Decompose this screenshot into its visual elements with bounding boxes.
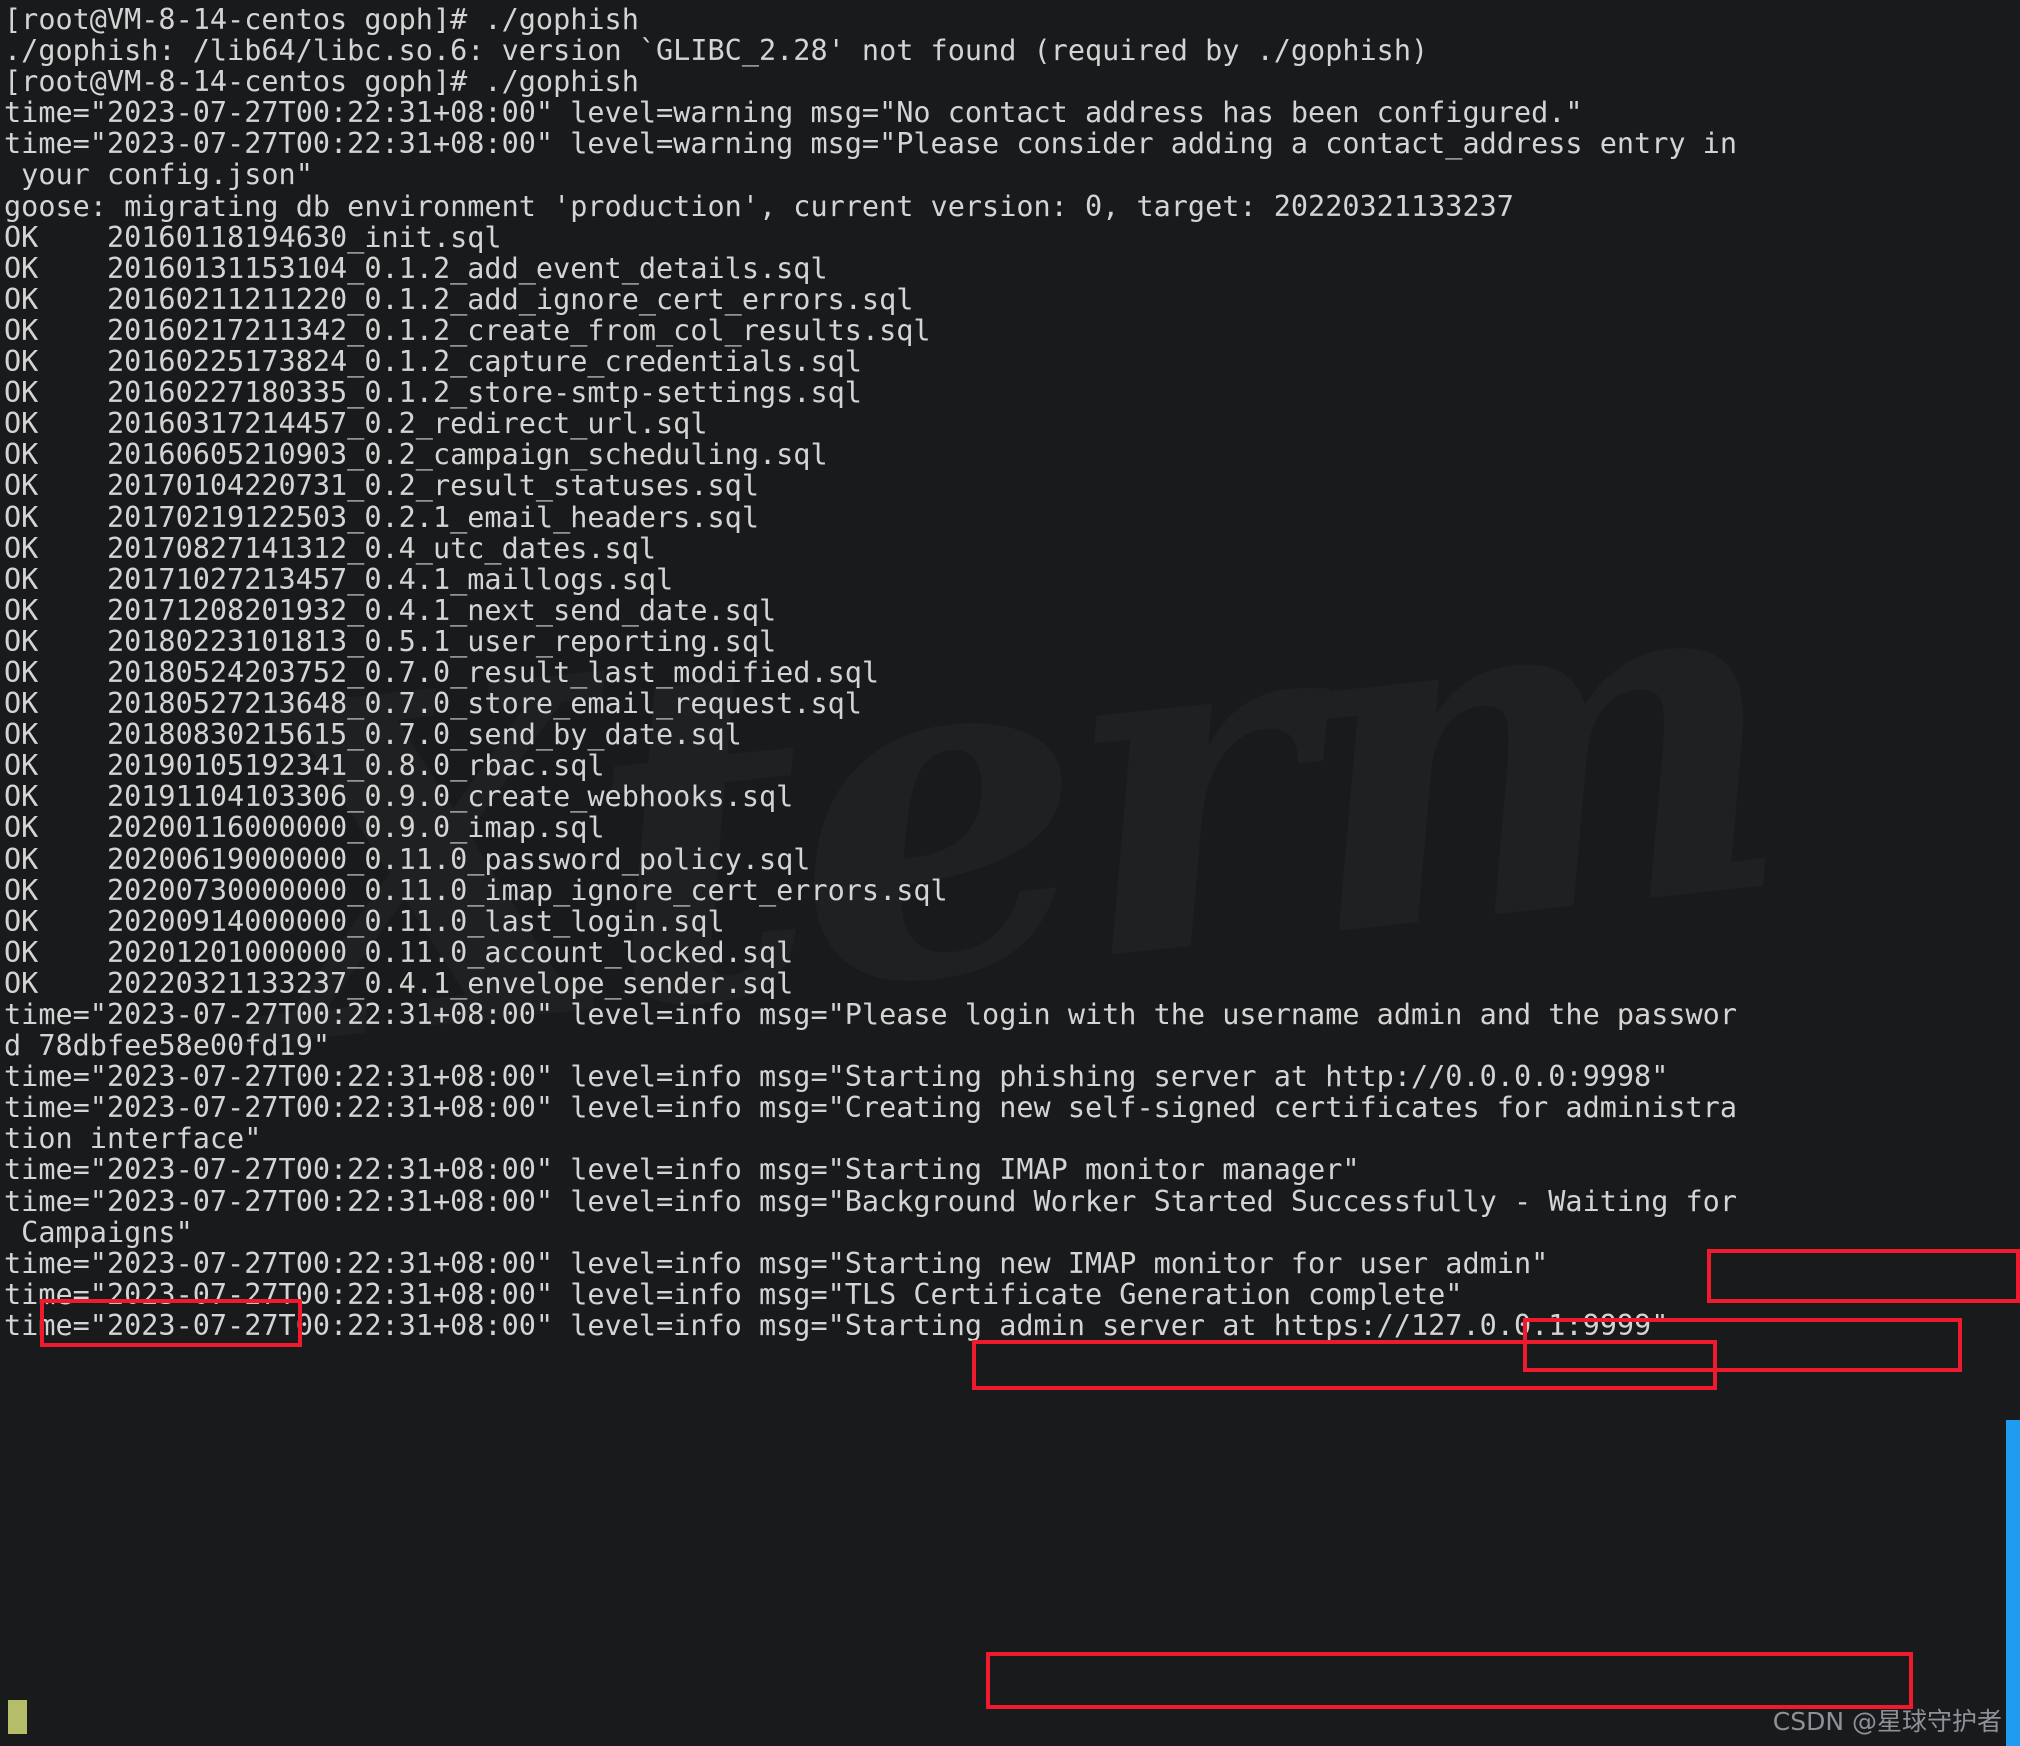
- terminal-line: OK 20170104220731_0.2_result_statuses.sq…: [4, 469, 759, 503]
- terminal-line: OK 20160131153104_0.1.2_add_event_detail…: [4, 251, 828, 285]
- terminal-line: tion interface": [4, 1122, 262, 1156]
- terminal-line: time="2023-07-27T00:22:31+08:00" level=i…: [4, 998, 1738, 1031]
- terminal-line: time="2023-07-27T00:22:31+08:00" level=w…: [4, 127, 1738, 161]
- terminal-line: OK 20200914000000_0.11.0_last_login.sql: [4, 904, 725, 938]
- terminal-line: OK 20191104103306_0.9.0_create_webhooks.…: [4, 780, 794, 814]
- terminal-line: OK 20160317214457_0.2_redirect_url.sql: [4, 407, 708, 441]
- terminal-line: OK 20160211211220_0.1.2_add_ignore_cert_…: [4, 282, 914, 316]
- terminal-window: Xterm [root@VM-8-14-centos goph]# ./goph…: [0, 0, 2020, 1746]
- terminal-line: time="2023-07-27T00:22:31+08:00" level=i…: [4, 1277, 1463, 1311]
- terminal-line: OK 20180830215615_0.7.0_send_by_date.sql: [4, 718, 742, 752]
- terminal-line: OK 20200619000000_0.11.0_password_policy…: [4, 842, 811, 876]
- terminal-line: OK 20171027213457_0.4.1_maillogs.sql: [4, 562, 674, 596]
- terminal-line: OK 20160227180335_0.1.2_store-smtp-setti…: [4, 376, 862, 410]
- terminal-line: goose: migrating db environment 'product…: [4, 189, 1514, 223]
- terminal-line: OK 20220321133237_0.4.1_envelope_sender.…: [4, 966, 794, 1000]
- terminal-line: [root@VM-8-14-centos goph]# ./gophish: [4, 65, 639, 99]
- terminal-line: OK 20170219122503_0.2.1_email_headers.sq…: [4, 500, 759, 534]
- terminal-line: OK 20160217211342_0.1.2_create_from_col_…: [4, 313, 931, 347]
- terminal-line: ./gophish: /lib64/libc.so.6: version `GL…: [4, 34, 1429, 68]
- terminal-line: OK 20171208201932_0.4.1_next_send_date.s…: [4, 593, 777, 627]
- terminal-line: OK 20160605210903_0.2_campaign_schedulin…: [4, 438, 828, 472]
- terminal-line: time="2023-07-27T00:22:31+08:00" level=w…: [4, 96, 1583, 130]
- terminal-line: OK 20200116000000_0.9.0_imap.sql: [4, 811, 605, 845]
- terminal-line: time="2023-07-27T00:22:31+08:00" level=i…: [4, 1308, 1669, 1342]
- terminal-line: time="2023-07-27T00:22:31+08:00" level=i…: [4, 1091, 1738, 1125]
- csdn-watermark: CSDN @星球守护者: [1772, 1707, 2002, 1736]
- terminal-line: OK 20201201000000_0.11.0_account_locked.…: [4, 935, 794, 969]
- highlight-box-admin-server-msg: [986, 1652, 1913, 1709]
- terminal-line: time="2023-07-27T00:22:31+08:00" level=i…: [4, 1184, 1738, 1218]
- scrollbar-track[interactable]: [2006, 0, 2020, 1746]
- terminal-line: OK 20180524203752_0.7.0_result_last_modi…: [4, 655, 880, 689]
- terminal-line: your config.json": [4, 158, 313, 192]
- terminal-cursor: [8, 1700, 27, 1734]
- scrollbar-thumb[interactable]: [2006, 1420, 2020, 1746]
- terminal-line: OK 20180527213648_0.7.0_store_email_requ…: [4, 687, 862, 721]
- terminal-line: OK 20180223101813_0.5.1_user_reporting.s…: [4, 624, 777, 658]
- terminal-line: OK 20190105192341_0.8.0_rbac.sql: [4, 749, 605, 783]
- terminal-line: [root@VM-8-14-centos goph]# ./gophish: [4, 3, 639, 36]
- terminal-output[interactable]: [root@VM-8-14-centos goph]# ./gophish ./g…: [0, 0, 2020, 1341]
- terminal-line: OK 20200730000000_0.11.0_imap_ignore_cer…: [4, 873, 948, 907]
- terminal-line: OK 20160225173824_0.1.2_capture_credenti…: [4, 345, 862, 379]
- terminal-line: time="2023-07-27T00:22:31+08:00" level=i…: [4, 1060, 1669, 1094]
- terminal-line: Campaigns": [4, 1215, 193, 1249]
- terminal-line: time="2023-07-27T00:22:31+08:00" level=i…: [4, 1153, 1360, 1187]
- terminal-line: OK 20160118194630_init.sql: [4, 220, 502, 254]
- terminal-line: d 78dbfee58e00fd19": [4, 1029, 331, 1063]
- terminal-line: time="2023-07-27T00:22:31+08:00" level=i…: [4, 1246, 1549, 1280]
- highlight-box-phishing-server-msg: [972, 1340, 1717, 1390]
- terminal-line: OK 20170827141312_0.4_utc_dates.sql: [4, 531, 657, 565]
